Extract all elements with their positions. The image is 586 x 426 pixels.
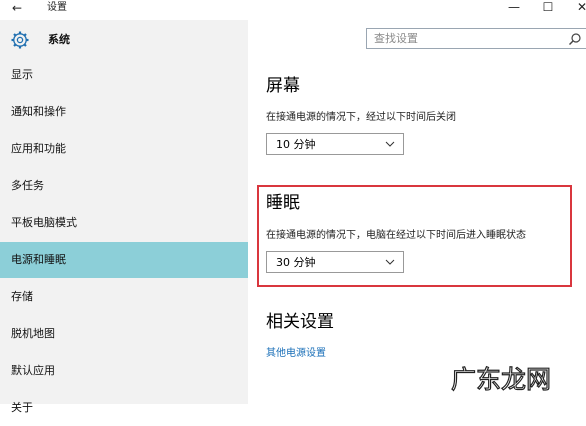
other-power-settings-link[interactable]: 其他电源设置 <box>266 347 326 361</box>
screen-timeout-dropdown[interactable]: 10 分钟 <box>266 133 404 155</box>
sidebar-item-notifications[interactable]: 通知和操作 <box>0 94 248 130</box>
watermark-text: 广东龙网 <box>451 365 551 394</box>
sidebar-item-tablet-mode[interactable]: 平板电脑模式 <box>0 205 248 241</box>
sidebar-item-display[interactable]: 显示 <box>0 57 248 93</box>
sleep-description: 在接通电源的情况下，电脑在经过以下时间后进入睡眠状态 <box>266 230 526 241</box>
sidebar-item-about[interactable]: 关于 <box>0 390 248 426</box>
related-settings-title: 相关设置 <box>266 312 334 332</box>
sidebar-item-default-apps[interactable]: 默认应用 <box>0 353 248 389</box>
chevron-down-icon <box>385 259 395 265</box>
sidebar-item-apps[interactable]: 应用和功能 <box>0 131 248 167</box>
sidebar-item-offline-maps[interactable]: 脱机地图 <box>0 316 248 352</box>
sleep-timeout-value: 30 分钟 <box>276 256 316 269</box>
window-title: 设置 <box>47 2 67 13</box>
sleep-timeout-dropdown[interactable]: 30 分钟 <box>266 251 404 273</box>
screen-description: 在接通电源的情况下，经过以下时间后关闭 <box>266 112 456 123</box>
search-input[interactable]: 查找设置 <box>366 28 586 49</box>
maximize-button[interactable]: ☐ <box>536 0 560 16</box>
search-placeholder: 查找设置 <box>374 32 418 45</box>
minimize-button[interactable]: — <box>502 0 526 16</box>
sidebar-item-power-sleep[interactable]: 电源和睡眠 <box>0 242 248 278</box>
title-bar: ← 设置 — ☐ ✕ <box>0 0 586 20</box>
sidebar: 系统 显示 通知和操作 应用和功能 多任务 平板电脑模式 电源和睡眠 存储 脱机… <box>0 20 248 414</box>
search-icon <box>569 33 581 45</box>
gear-icon <box>11 31 29 49</box>
sidebar-item-multitasking[interactable]: 多任务 <box>0 168 248 204</box>
sidebar-item-storage[interactable]: 存储 <box>0 279 248 315</box>
watermark-logo: 广东龙网 <box>450 364 551 394</box>
app-name: 系统 <box>48 33 70 46</box>
screen-section-title: 屏幕 <box>266 76 300 96</box>
screen-timeout-value: 10 分钟 <box>276 138 316 151</box>
close-button[interactable]: ✕ <box>570 0 586 16</box>
chevron-down-icon <box>385 141 395 147</box>
back-button[interactable]: ← <box>12 0 22 16</box>
sleep-section-title: 睡眠 <box>266 193 300 213</box>
